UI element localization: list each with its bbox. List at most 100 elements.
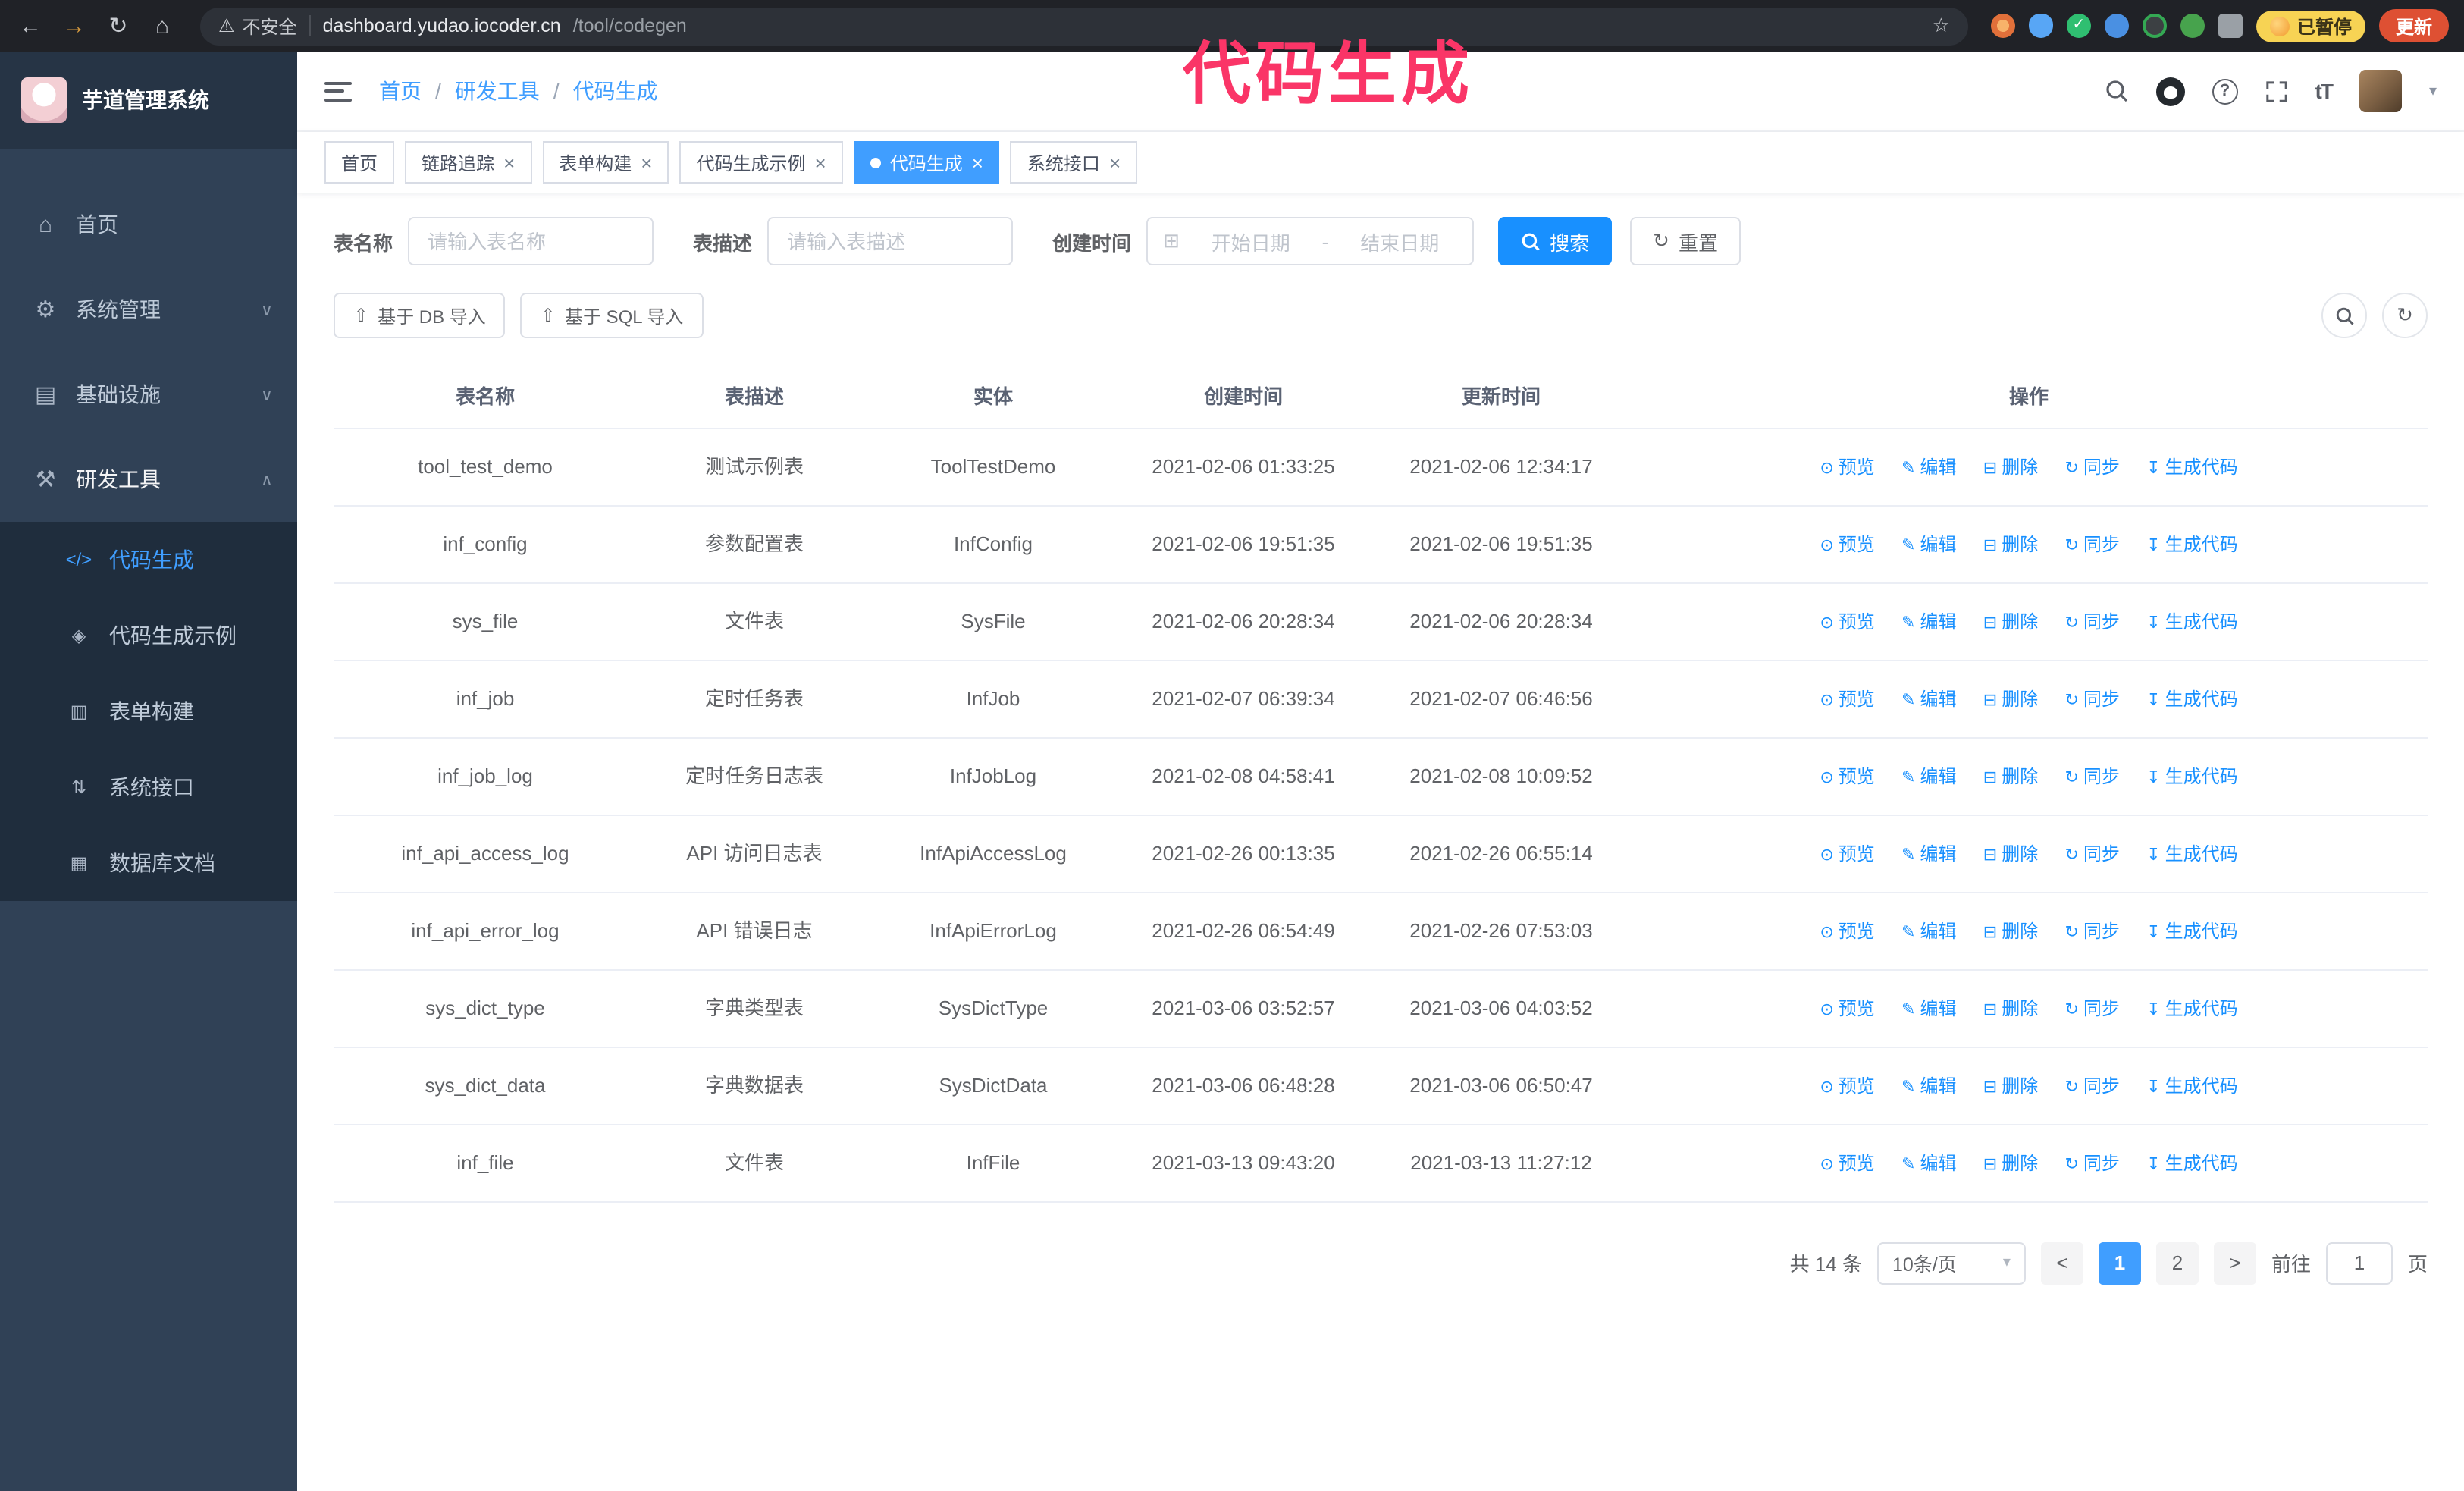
tab-codegen-example[interactable]: 代码生成示例 × [679,141,843,184]
edit-link[interactable]: ✎ 编辑 [1901,608,1956,639]
bookmark-star-icon[interactable]: ☆ [1933,14,1950,38]
sync-link[interactable]: ↻ 同步 [2064,1072,2119,1103]
sidebar-item-form-builder[interactable]: ▥ 表单构建 [0,673,297,749]
tab-home[interactable]: 首页 [324,141,395,184]
address-bar[interactable]: ⚠ 不安全 dashboard.yudao.iocoder.cn/tool/co… [200,7,1968,45]
browser-update-button[interactable]: 更新 [2378,9,2449,42]
sync-link[interactable]: ↻ 同步 [2064,454,2119,484]
sidebar-item-devtools[interactable]: ⚒ 研发工具 ∧ [0,437,297,522]
page-button-2[interactable]: 2 [2155,1241,2199,1285]
sync-link[interactable]: ↻ 同步 [2064,531,2119,561]
github-icon[interactable] [2155,77,2185,105]
close-icon[interactable]: × [972,152,983,172]
sync-link[interactable]: ↻ 同步 [2064,840,2119,871]
breadcrumb-home[interactable]: 首页 [379,76,422,106]
collapse-menu-icon[interactable] [324,81,352,101]
generate-code-link[interactable]: ↧ 生成代码 [2146,531,2237,561]
preview-link[interactable]: ⊙ 预览 [1820,763,1874,793]
preview-link[interactable]: ⊙ 预览 [1820,686,1874,716]
extension-icon-6[interactable] [2180,14,2205,38]
edit-link[interactable]: ✎ 编辑 [1901,918,1956,948]
preview-link[interactable]: ⊙ 预览 [1820,1072,1874,1103]
sidebar-item-system[interactable]: ⚙ 系统管理 ∨ [0,267,297,352]
goto-page-input[interactable] [2325,1241,2393,1285]
tab-codegen[interactable]: 代码生成 × [853,141,1000,184]
sync-link[interactable]: ↻ 同步 [2064,608,2119,639]
caret-down-icon[interactable]: ▾ [2429,83,2437,99]
generate-code-link[interactable]: ↧ 生成代码 [2146,454,2237,484]
preview-link[interactable]: ⊙ 预览 [1820,995,1874,1025]
app-logo[interactable]: 芋道管理系统 [0,52,297,149]
close-icon[interactable]: × [503,152,515,172]
table-desc-input[interactable] [767,217,1014,265]
extension-icon-7[interactable] [2218,14,2243,38]
import-sql-button[interactable]: ⇧ 基于 SQL 导入 [520,293,704,338]
delete-link[interactable]: ⊟ 删除 [1983,918,2038,948]
edit-link[interactable]: ✎ 编辑 [1901,1072,1956,1103]
reset-button[interactable]: ↻ 重置 [1630,217,1741,265]
extension-icon-4[interactable] [2104,14,2129,38]
toggle-search-button[interactable] [2321,293,2367,338]
preview-link[interactable]: ⊙ 预览 [1820,840,1874,871]
edit-link[interactable]: ✎ 编辑 [1901,1150,1956,1180]
back-icon[interactable]: ← [15,13,45,39]
search-button[interactable]: 搜索 [1498,217,1613,265]
breadcrumb-devtools[interactable]: 研发工具 [455,76,540,106]
reload-icon[interactable]: ↻ [103,12,133,39]
sync-link[interactable]: ↻ 同步 [2064,1150,2119,1180]
edit-link[interactable]: ✎ 编辑 [1901,531,1956,561]
edit-link[interactable]: ✎ 编辑 [1901,454,1956,484]
delete-link[interactable]: ⊟ 删除 [1983,686,2038,716]
sync-link[interactable]: ↻ 同步 [2064,995,2119,1025]
tab-system-api[interactable]: 系统接口 × [1010,141,1138,184]
page-button-1[interactable]: 1 [2098,1241,2141,1285]
sidebar-item-codegen-example[interactable]: ◈ 代码生成示例 [0,598,297,673]
edit-link[interactable]: ✎ 编辑 [1901,995,1956,1025]
edit-link[interactable]: ✎ 编辑 [1901,840,1956,871]
preview-link[interactable]: ⊙ 预览 [1820,608,1874,639]
delete-link[interactable]: ⊟ 删除 [1983,608,2038,639]
extension-icon-2[interactable] [2028,14,2053,38]
close-icon[interactable]: × [641,152,652,172]
search-icon[interactable] [2105,79,2129,103]
sync-link[interactable]: ↻ 同步 [2064,763,2119,793]
edit-link[interactable]: ✎ 编辑 [1901,763,1956,793]
generate-code-link[interactable]: ↧ 生成代码 [2146,995,2237,1025]
font-size-icon[interactable]: tT [2315,79,2334,103]
delete-link[interactable]: ⊟ 删除 [1983,454,2038,484]
date-range-picker[interactable]: ⊞ 开始日期 - 结束日期 [1146,217,1475,265]
preview-link[interactable]: ⊙ 预览 [1820,531,1874,561]
user-avatar[interactable] [2359,70,2402,112]
next-page-button[interactable]: > [2213,1241,2256,1285]
import-db-button[interactable]: ⇧ 基于 DB 导入 [334,293,506,338]
generate-code-link[interactable]: ↧ 生成代码 [2146,763,2237,793]
table-name-input[interactable] [408,217,654,265]
generate-code-link[interactable]: ↧ 生成代码 [2146,608,2237,639]
refresh-table-button[interactable]: ↻ [2382,293,2428,338]
sidebar-item-codegen[interactable]: </> 代码生成 [0,522,297,598]
sync-link[interactable]: ↻ 同步 [2064,686,2119,716]
sidebar-item-home[interactable]: ⌂ 首页 [0,182,297,267]
page-size-select[interactable]: 10条/页 ▾ [1876,1241,2026,1285]
sync-link[interactable]: ↻ 同步 [2064,918,2119,948]
sidebar-item-infra[interactable]: ▤ 基础设施 ∨ [0,352,297,437]
generate-code-link[interactable]: ↧ 生成代码 [2146,918,2237,948]
close-icon[interactable]: × [1109,152,1121,172]
fullscreen-icon[interactable] [2265,80,2288,102]
delete-link[interactable]: ⊟ 删除 [1983,1072,2038,1103]
generate-code-link[interactable]: ↧ 生成代码 [2146,1072,2237,1103]
preview-link[interactable]: ⊙ 预览 [1820,1150,1874,1180]
extension-icon-1[interactable] [1990,14,2015,38]
delete-link[interactable]: ⊟ 删除 [1983,763,2038,793]
preview-link[interactable]: ⊙ 预览 [1820,918,1874,948]
preview-link[interactable]: ⊙ 预览 [1820,454,1874,484]
delete-link[interactable]: ⊟ 删除 [1983,531,2038,561]
delete-link[interactable]: ⊟ 删除 [1983,840,2038,871]
profile-paused-badge[interactable]: 已暂停 [2256,10,2365,42]
generate-code-link[interactable]: ↧ 生成代码 [2146,686,2237,716]
sidebar-item-system-api[interactable]: ⇅ 系统接口 [0,749,297,825]
tab-trace[interactable]: 链路追踪 × [405,141,532,184]
extension-icon-3[interactable] [2066,14,2091,38]
forward-icon[interactable]: → [59,13,89,39]
generate-code-link[interactable]: ↧ 生成代码 [2146,840,2237,871]
